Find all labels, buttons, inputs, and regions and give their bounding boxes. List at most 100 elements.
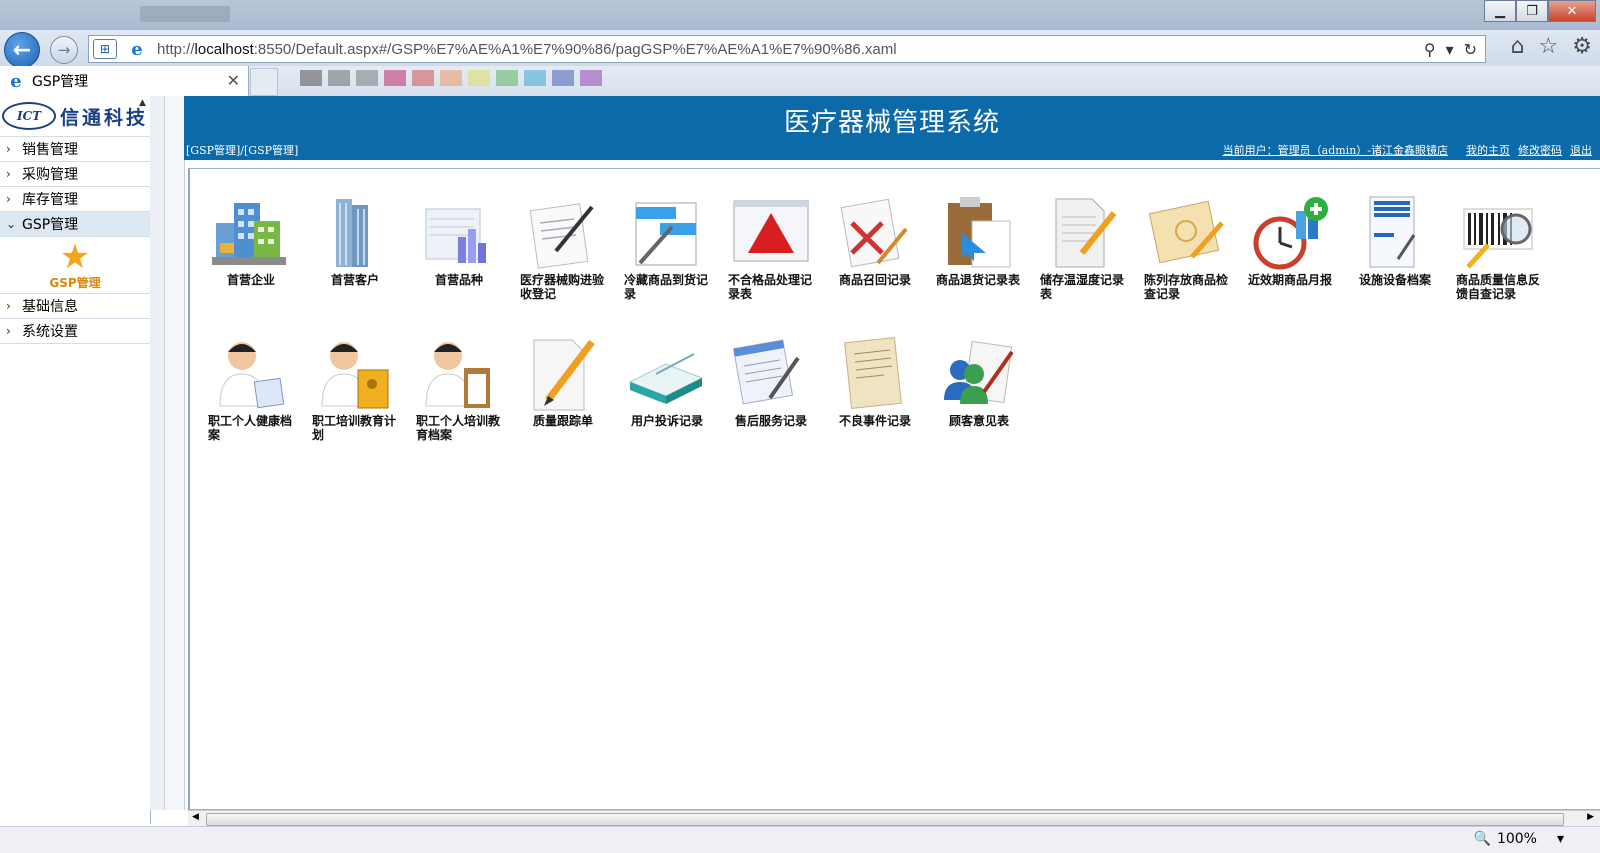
tab-close-icon[interactable]: ✕ (227, 71, 240, 90)
my-home-link[interactable]: 我的主页 (1466, 142, 1510, 158)
tab-row: e GSP管理 ✕ (0, 66, 1600, 96)
status-bar: 🔍 100% ▾ (0, 826, 1600, 853)
zoom-level: 100% (1496, 831, 1537, 847)
search-icon[interactable]: ⚲ (1424, 40, 1436, 59)
sidebar-item-basic-info[interactable]: › 基础信息 (0, 293, 150, 318)
favorites-star-icon[interactable]: ☆ (1539, 34, 1559, 59)
zoom-dropdown-icon[interactable]: ▾ (1557, 831, 1564, 847)
background-ghost (300, 70, 602, 86)
current-user-link[interactable]: 当前用户：管理员（admin）-诸江金鑫眼镜店 (1223, 142, 1448, 158)
warning-icon (733, 200, 809, 262)
module-temperature-humidity[interactable]: 储存温湿度记录表 (1040, 193, 1144, 334)
module-display-inspection[interactable]: 陈列存放商品检查记录 (1144, 193, 1248, 334)
sidebar-item-inventory[interactable]: › 库存管理 (0, 186, 150, 211)
module-purchase-acceptance[interactable]: 医疗器械购进验收登记 (520, 193, 624, 334)
zoom-control[interactable]: 🔍 100% ▾ (1474, 831, 1565, 847)
sidebar-item-purchase[interactable]: › 采购管理 (0, 161, 150, 186)
home-icon[interactable]: ⌂ (1511, 34, 1525, 59)
app-header: 医疗器械管理系统 [GSP管理]/[GSP管理] 当前用户：管理员（admin）… (184, 96, 1600, 160)
tower-icon (336, 199, 368, 267)
reject-doc-icon (840, 198, 908, 268)
forward-button[interactable]: → (50, 36, 78, 64)
system-title: 医疗器械管理系统 (783, 108, 1000, 138)
doc-pen-icon (732, 339, 800, 405)
address-url[interactable]: http://localhost:8550/Default.aspx#/GSP%… (157, 41, 897, 58)
module-staff-health[interactable]: 职工个人健康档案 (208, 334, 312, 475)
address-bar[interactable]: ⊞ e http://localhost:8550/Default.aspx#/… (88, 35, 1486, 63)
module-adverse-events[interactable]: 不良事件记录 (832, 334, 936, 475)
address-actions: ⚲ ▾ ↻ (1424, 36, 1477, 62)
chevron-right-icon: › (6, 142, 11, 156)
clipboard-icon (948, 197, 1011, 268)
minimize-icon[interactable]: ▁ (1484, 0, 1516, 22)
module-first-customer[interactable]: 首营客户 (312, 193, 416, 334)
ie-logo-icon: e (131, 38, 143, 60)
scroll-left-icon[interactable]: ◀ (192, 812, 199, 822)
window-pen-icon (635, 202, 697, 266)
tab-gsp[interactable]: e GSP管理 ✕ (0, 66, 249, 96)
chart-doc-icon (425, 208, 486, 263)
module-near-expiry[interactable]: 近效期商品月报 (1248, 193, 1352, 334)
chevron-right-icon: › (6, 192, 11, 206)
module-grid: 首营企业 首营客户 首营品种 医疗器械购进验收登记 冷藏商品到货记录 不合格品处… (208, 193, 1600, 475)
sidebar-subitem-gsp[interactable]: ★ GSP管理 (0, 236, 150, 293)
sidebar-scrollbar[interactable] (150, 96, 165, 810)
horizontal-scrollbar[interactable]: ◀ ▶ (188, 810, 1600, 827)
dropdown-icon[interactable]: ▾ (1446, 40, 1454, 59)
module-nonconforming[interactable]: 不合格品处理记录表 (728, 193, 832, 334)
compat-view-icon[interactable]: ⊞ (93, 39, 117, 59)
chevron-right-icon: › (6, 167, 11, 181)
module-staff-training-plan[interactable]: 职工培训教育计划 (312, 334, 416, 475)
doctor-icon (219, 342, 285, 409)
back-button[interactable]: ← (4, 32, 40, 68)
module-return-record[interactable]: 商品退货记录表 (936, 193, 1040, 334)
change-password-link[interactable]: 修改密码 (1518, 142, 1562, 158)
tab-ie-icon: e (10, 70, 22, 92)
module-staff-training-archive[interactable]: 职工个人培训教育档案 (416, 334, 520, 475)
file-cabinet-icon (1369, 196, 1416, 268)
module-quality-feedback[interactable]: 商品质量信息反馈自查记录 (1456, 193, 1560, 334)
module-user-complaints[interactable]: 用户投诉记录 (624, 334, 728, 475)
doctor-book-icon (321, 342, 389, 409)
module-row-1: 首营企业 首营客户 首营品种 医疗器械购进验收登记 冷藏商品到货记录 不合格品处… (208, 193, 1600, 334)
window-titlebar: ▁ ❐ ✕ (0, 0, 1600, 30)
module-after-sales[interactable]: 售后服务记录 (728, 334, 832, 475)
module-first-business[interactable]: 首营企业 (208, 193, 312, 334)
module-quality-tracking[interactable]: 质量跟踪单 (520, 334, 624, 475)
new-tab-button[interactable] (250, 68, 278, 96)
breadcrumb: [GSP管理]/[GSP管理] (186, 144, 299, 157)
buildings-icon (212, 203, 286, 265)
title-ghost (140, 6, 230, 22)
module-recall-record[interactable]: 商品召回记录 (832, 193, 936, 334)
close-icon[interactable]: ✕ (1548, 0, 1596, 22)
logo-text: 信通科技 (60, 106, 149, 129)
chevron-right-icon: › (6, 299, 11, 313)
company-logo: ICT 信通科技 (0, 96, 150, 136)
module-first-variety[interactable]: 首营品种 (416, 193, 520, 334)
module-customer-feedback[interactable]: 顾客意见表 (936, 334, 1040, 475)
paper-pencil-icon (533, 339, 595, 411)
notebook-icon (1148, 200, 1224, 264)
refresh-icon[interactable]: ↻ (1464, 40, 1477, 59)
module-cold-chain-arrival[interactable]: 冷藏商品到货记录 (624, 193, 728, 334)
tab-title: GSP管理 (32, 74, 89, 90)
sidebar-item-gsp[interactable]: ⌄ GSP管理 (0, 211, 150, 236)
barcode-icon (1463, 208, 1533, 269)
module-row-2: 职工个人健康档案 职工培训教育计划 职工个人培训教育档案 质量跟踪单 用户投诉记… (208, 334, 1600, 475)
scroll-right-icon[interactable]: ▶ (1587, 812, 1594, 822)
maximize-icon[interactable]: ❐ (1516, 0, 1548, 22)
module-equipment-archive[interactable]: 设施设备档案 (1352, 193, 1456, 334)
user-info: 当前用户：管理员（admin）-诸江金鑫眼镜店 我的主页 修改密码 退出 (1223, 142, 1592, 158)
sidebar-item-system-settings[interactable]: › 系统设置 (0, 318, 150, 344)
address-row: ← → ⊞ e http://localhost:8550/Default.as… (0, 30, 1600, 68)
settings-gear-icon[interactable]: ⚙ (1572, 34, 1592, 59)
sidebar-item-sales[interactable]: › 销售管理 (0, 136, 150, 161)
old-paper-icon (844, 337, 902, 409)
doctor-clipboard-icon (425, 342, 490, 408)
chevron-down-icon: ⌄ (6, 217, 17, 231)
logout-link[interactable]: 退出 (1570, 142, 1592, 158)
sidebar: ICT 信通科技 ▲ › 销售管理 › 采购管理 › 库存管理 ⌄ GSP管理 ★ GS… (0, 96, 151, 824)
window-controls: ▁ ❐ ✕ (1484, 0, 1596, 22)
book-stack-icon (628, 353, 704, 404)
scrollbar-thumb[interactable] (206, 813, 1564, 826)
